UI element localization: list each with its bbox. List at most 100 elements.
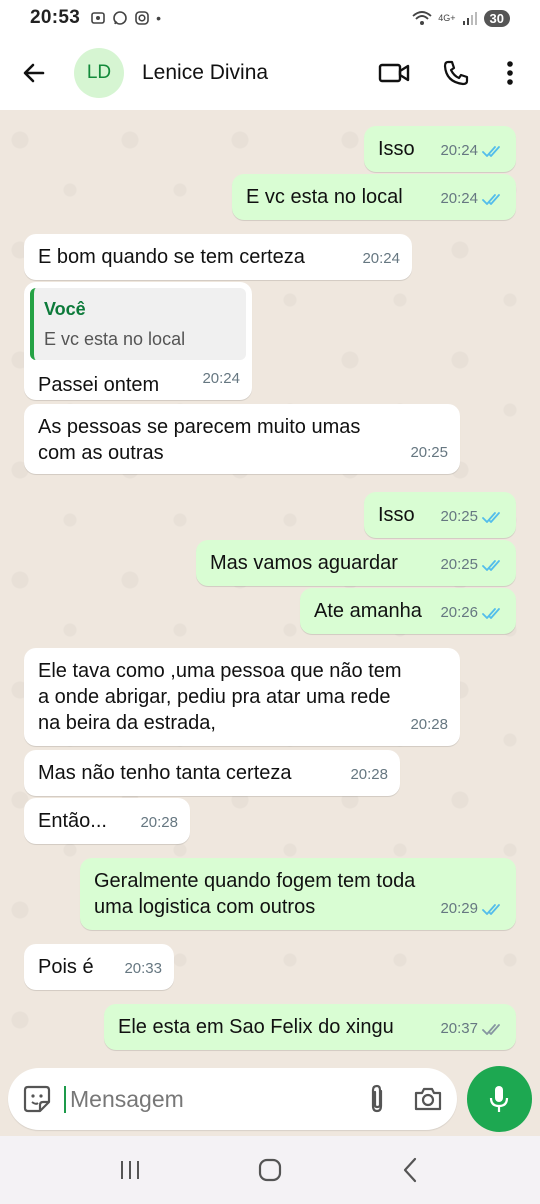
video-call-icon (378, 63, 410, 83)
message-bubble-outgoing[interactable]: Isso 20:24 (364, 126, 516, 172)
message-meta: 20:28 (410, 712, 448, 738)
message-time: 20:25 (410, 444, 448, 461)
attach-button[interactable] (367, 1083, 387, 1115)
read-receipt-icon (482, 146, 500, 157)
message-bubble-outgoing[interactable]: Ele esta em Sao Felix do xingu 20:37 (104, 1004, 516, 1050)
message-text: Ele esta em Sao Felix do xingu (118, 1016, 394, 1038)
notification-icons: • (90, 10, 161, 26)
quote-author: Você (44, 299, 86, 319)
chat-area[interactable]: Isso 20:24 E vc esta no local 20:24 E bo… (0, 110, 540, 1062)
message-meta: 20:37 (440, 1016, 504, 1042)
camera-button[interactable] (413, 1086, 443, 1112)
message-text: Ate amanha (314, 600, 422, 622)
arrow-left-icon (23, 63, 45, 83)
message-input-box (8, 1068, 457, 1130)
message-text: Geralmente quando fogem tem toda uma log… (94, 870, 416, 918)
voice-message-button[interactable] (466, 1066, 532, 1132)
message-meta: 20:24 (202, 366, 240, 392)
home-icon (258, 1158, 282, 1182)
read-receipt-icon (482, 512, 500, 523)
more-options-button[interactable] (498, 53, 522, 93)
back-button[interactable] (14, 53, 54, 93)
status-right: 4G+ 30 (412, 9, 510, 27)
recent-apps-icon (121, 1161, 139, 1179)
voice-call-button[interactable] (436, 53, 476, 93)
message-bubble-incoming[interactable]: Ele tava como ,uma pessoa que não tem a … (24, 648, 460, 746)
message-time: 20:24 (440, 190, 478, 207)
header-actions (374, 53, 522, 93)
home-button[interactable] (240, 1145, 300, 1195)
message-time: 20:24 (362, 250, 400, 267)
message-text: Mas vamos aguardar (210, 552, 398, 574)
battery-indicator: 30 (483, 9, 510, 27)
message-time: 20:26 (440, 604, 478, 621)
message-meta: 20:28 (350, 762, 388, 788)
network-type: 4G+ (438, 13, 456, 23)
message-text: Mas não tenho tanta certeza (38, 762, 292, 784)
read-receipt-icon (482, 608, 500, 619)
message-text: E vc esta no local (246, 186, 403, 208)
message-bubble-incoming[interactable]: Pois é 20:33 (24, 944, 174, 990)
message-text: E bom quando se tem certeza (38, 246, 305, 268)
message-time: 20:25 (440, 508, 478, 525)
message-meta: 20:29 (440, 896, 504, 922)
read-receipt-icon (482, 560, 500, 571)
chevron-left-icon (403, 1157, 417, 1183)
message-time: 20:25 (440, 556, 478, 573)
instagram-icon (135, 11, 149, 25)
mic-icon (490, 1086, 509, 1112)
read-receipt-icon (482, 194, 500, 205)
message-time: 20:28 (350, 766, 388, 783)
video-call-button[interactable] (374, 53, 414, 93)
message-bubble-incoming[interactable]: E bom quando se tem certeza 20:24 (24, 234, 412, 280)
sticker-button[interactable] (22, 1084, 52, 1114)
message-composer (0, 1062, 540, 1136)
paperclip-icon (371, 1084, 382, 1113)
message-text: Isso (378, 504, 415, 526)
message-time: 20:33 (124, 960, 162, 977)
message-bubble-outgoing[interactable]: Ate amanha 20:26 (300, 588, 516, 634)
wifi-icon (412, 11, 432, 25)
message-bubble-outgoing[interactable]: Isso 20:25 (364, 492, 516, 538)
message-meta: 20:33 (124, 956, 162, 982)
message-input[interactable] (64, 1085, 367, 1113)
delivered-receipt-icon (482, 1024, 500, 1035)
message-text: Isso (378, 138, 415, 160)
recent-apps-button[interactable] (100, 1145, 160, 1195)
status-bar: 20:53 • 4G+ 30 (0, 0, 540, 36)
message-bubble-outgoing[interactable]: Mas vamos aguardar 20:25 (196, 540, 516, 586)
message-bubble-incoming-reply[interactable]: Você E vc esta no local Passei ontem 20:… (24, 282, 252, 400)
read-receipt-icon (482, 904, 500, 915)
message-meta: 20:26 (440, 600, 504, 626)
quoted-message[interactable]: Você E vc esta no local (30, 288, 246, 360)
more-vert-icon (507, 61, 513, 85)
message-bubble-incoming[interactable]: Então... 20:28 (24, 798, 190, 844)
notification-dot: • (156, 10, 162, 26)
message-time: 20:24 (440, 142, 478, 159)
message-meta: 20:24 (362, 246, 400, 272)
message-time: 20:28 (410, 716, 448, 733)
quote-text: E vc esta no local (44, 329, 186, 349)
avatar[interactable]: LD (74, 48, 124, 98)
message-meta: 20:24 (440, 138, 504, 164)
message-bubble-incoming[interactable]: As pessoas se parecem muito umas com as … (24, 404, 460, 474)
signal-icon (462, 12, 477, 25)
message-bubble-incoming[interactable]: Mas não tenho tanta certeza 20:28 (24, 750, 400, 796)
phone-icon (443, 60, 469, 86)
screenshot-icon (91, 12, 105, 24)
contact-name[interactable]: Lenice Divina (142, 61, 374, 85)
status-time: 20:53 (30, 7, 81, 28)
camera-icon (414, 1087, 441, 1111)
system-navigation-bar (0, 1136, 540, 1204)
message-text: Então... (38, 810, 107, 832)
message-meta: 20:24 (440, 186, 504, 212)
message-meta: 20:25 (440, 552, 504, 578)
message-meta: 20:28 (140, 810, 178, 836)
message-bubble-outgoing[interactable]: Geralmente quando fogem tem toda uma log… (80, 858, 516, 930)
message-bubble-outgoing[interactable]: E vc esta no local 20:24 (232, 174, 516, 220)
message-text: Ele tava como ,uma pessoa que não tem a … (38, 660, 402, 734)
message-text: Passei ontem (38, 374, 160, 396)
chat-header: LD Lenice Divina (0, 36, 540, 110)
message-meta: 20:25 (410, 440, 448, 466)
nav-back-button[interactable] (380, 1145, 440, 1195)
